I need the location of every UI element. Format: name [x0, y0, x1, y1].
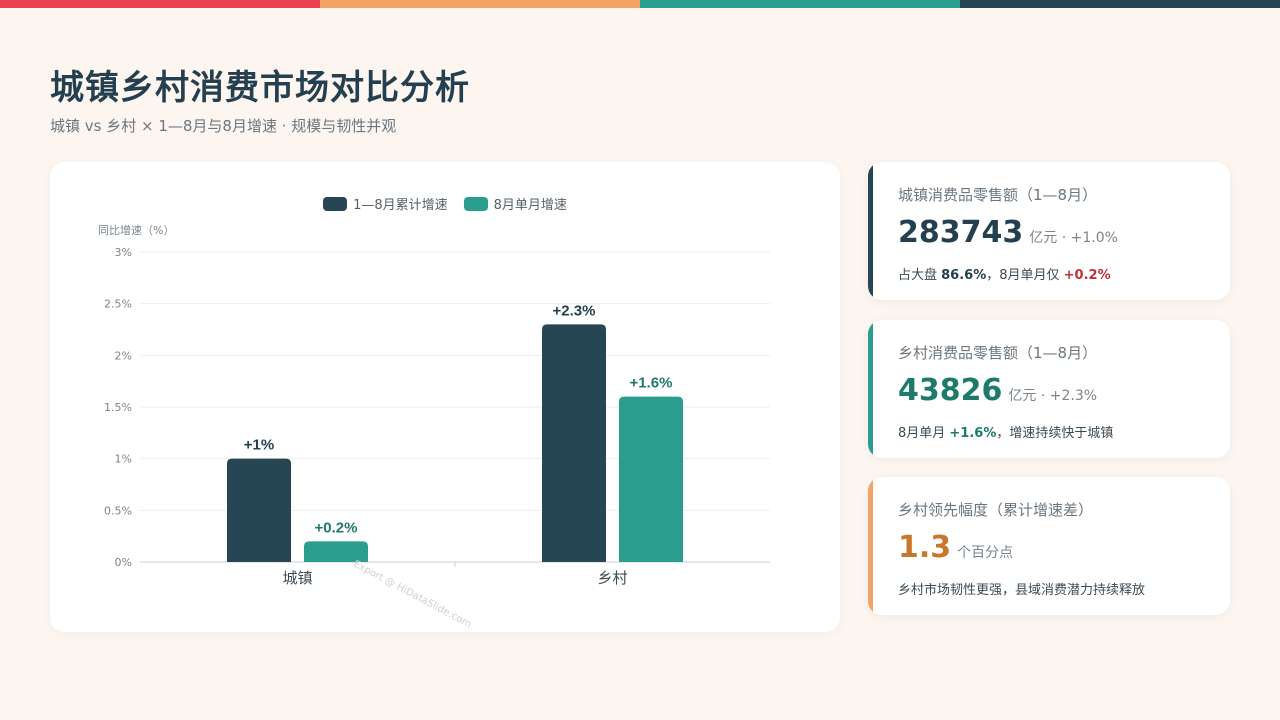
card-urban-note: 占大盘 86.6%，8月单月仅 +0.2% [898, 264, 1204, 283]
card-gap-note: 乡村市场韧性更强，县域消费潜力持续释放 [898, 583, 1146, 598]
card-gap-label: 乡村领先幅度（累计增速差） [898, 501, 1094, 519]
bar [304, 541, 368, 562]
card-rural-monthly: +1.6% [949, 426, 997, 441]
bar [619, 396, 683, 562]
bar [227, 458, 291, 562]
bar-data-label: +1.6% [630, 375, 673, 392]
y-tick-label: 3% [115, 246, 132, 259]
chart-card: 1—8月累计增速 8月单月增速 同比增速（%） 0% 0.5% 1% 1.5% 2% 2.… [50, 162, 840, 632]
y-tick-label: 2% [115, 349, 132, 362]
card-rural-note: 8月单月 +1.6%，增速持续快于城镇 [898, 422, 1204, 441]
card-rural: 乡村消费品零售额（1—8月） 43826 亿元 · +2.3% 8月单月 +1.… [868, 320, 1230, 458]
card-gap-accent [868, 477, 873, 615]
card-gap: 乡村领先幅度（累计增速差） 1.3 个百分点 乡村市场韧性更强，县域消费潜力持续… [868, 477, 1230, 615]
y-tick-label: 1.5% [104, 401, 132, 414]
x-category-label: 城镇 [282, 569, 312, 587]
card-urban-share: 86.6% [941, 268, 987, 283]
top-color-bar [0, 0, 1280, 8]
card-gap-value: 1.3 [898, 530, 952, 565]
page-title: 城镇乡村消费市场对比分析 [50, 68, 470, 108]
card-urban-note-pre: 占大盘 [898, 268, 942, 283]
y-tick-label: 2.5% [104, 298, 132, 311]
x-category-label: 乡村 [597, 569, 627, 587]
card-urban-value: 283743 [898, 215, 1024, 250]
card-rural-label: 乡村消费品零售额（1—8月） [898, 344, 1098, 362]
y-tick-label: 1% [115, 453, 132, 466]
card-rural-accent [868, 320, 873, 458]
card-urban-note-mid: ，8月单月仅 [986, 268, 1064, 283]
card-rural-value: 43826 [898, 373, 1003, 408]
card-rural-note-post: ，增速持续快于城镇 [996, 426, 1114, 441]
page-subtitle: 城镇 vs 乡村 × 1—8月与8月增速 · 规模与韧性并观 [50, 117, 397, 135]
card-gap-unit: 个百分点 [957, 545, 1014, 561]
bar [542, 324, 606, 562]
top-bar-segment-orange [320, 0, 640, 8]
card-urban: 城镇消费品零售额（1—8月） 283743 亿元 · +1.0% 占大盘 86.… [868, 162, 1230, 300]
top-bar-segment-teal [640, 0, 960, 8]
bar-chart: 0% 0.5% 1% 1.5% 2% 2.5% 3% 城镇 +1% +0.2% 乡村 +2.3% +1.… [104, 246, 770, 587]
bar-data-label: +0.2% [315, 519, 358, 536]
y-tick-label: 0.5% [104, 504, 132, 517]
card-urban-label: 城镇消费品零售额（1—8月） [898, 186, 1098, 204]
card-urban-monthly: +0.2% [1063, 268, 1111, 283]
top-bar-segment-red [0, 0, 320, 8]
bar-data-label: +1% [244, 437, 274, 454]
card-urban-accent [868, 162, 873, 300]
y-tick-label: 0% [115, 556, 132, 569]
bar-data-label: +2.3% [553, 302, 596, 319]
card-rural-unit: 亿元 · +2.3% [1008, 388, 1098, 404]
card-rural-note-pre: 8月单月 [898, 426, 950, 441]
card-urban-unit: 亿元 · +1.0% [1029, 230, 1118, 246]
top-bar-segment-navy [960, 0, 1280, 8]
